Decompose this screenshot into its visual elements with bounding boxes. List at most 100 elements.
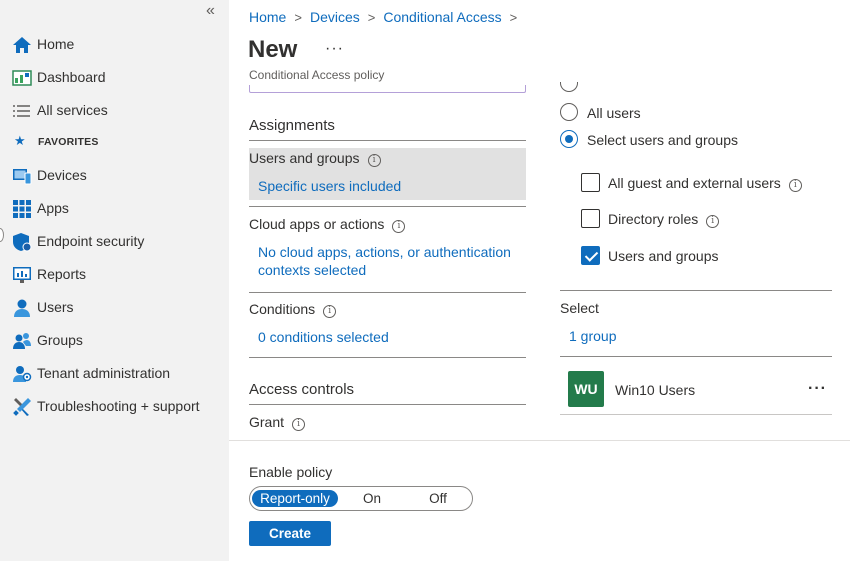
sidebar-item-tenant-administration[interactable]: Tenant administration [0,358,229,388]
sidebar-item-label: Reports [37,266,87,282]
users-and-groups-checkbox-label[interactable]: Users and groups [608,248,719,264]
more-options-button[interactable]: ··· [325,40,344,58]
sidebar-item-dashboard[interactable]: Dashboard [0,62,229,92]
breadcrumb-home[interactable]: Home [249,9,286,25]
devices-icon [13,169,32,185]
sidebar-item-label: Troubleshooting + support [37,398,200,414]
sidebar-item-label: Users [37,299,74,315]
sidebar-item-troubleshooting[interactable]: Troubleshooting + support [0,391,229,421]
divider [249,140,526,141]
assignments-heading: Assignments [249,117,335,134]
cloud-apps-row[interactable]: Cloud apps or actions i [249,216,406,233]
sidebar-item-label: All services [37,102,108,118]
sidebar-item-label: Apps [37,200,69,216]
sidebar-item-all-services[interactable]: All services [0,95,229,125]
cloud-apps-link-line1[interactable]: No cloud apps, actions, or authenticatio… [258,243,511,261]
divider [249,292,526,293]
radio-all-users[interactable] [560,103,578,121]
sidebar-item-reports[interactable]: Reports [0,259,229,289]
breadcrumb-conditional-access[interactable]: Conditional Access [383,9,501,25]
option-on[interactable]: On [350,490,394,507]
divider [560,414,832,415]
radio-button-partial[interactable] [560,82,578,92]
breadcrumb-separator: > [509,9,518,25]
sidebar-item-users[interactable]: Users [0,292,229,322]
checkbox-guest-external-users[interactable] [581,173,600,192]
divider [560,356,832,357]
conditions-row[interactable]: Conditions i [249,301,337,318]
left-nav-sidebar: « Home Dashboard All services ★ FAVORITE… [0,0,229,561]
select-label: Select [560,300,599,316]
divider [560,290,832,291]
info-icon[interactable]: i [292,418,306,431]
group-name: Win10 Users [615,382,696,398]
tools-icon [13,398,31,416]
favorites-heading: FAVORITES [38,136,99,148]
divider [249,357,526,358]
grant-label: Grant [249,414,285,430]
info-icon[interactable]: i [323,305,337,318]
enable-policy-label: Enable policy [249,464,333,480]
user-icon [14,299,30,317]
info-icon[interactable]: i [788,179,802,192]
apps-grid-icon [13,200,31,218]
sidebar-item-label: Groups [37,332,83,348]
sidebar-item-apps[interactable]: Apps [0,193,229,223]
info-icon[interactable]: i [367,154,381,167]
breadcrumb-devices[interactable]: Devices [310,9,360,25]
page-title: New [248,36,298,63]
sidebar-item-label: Tenant administration [37,365,171,381]
name-field-bottom-edge[interactable] [249,85,526,93]
radio-select-users-label[interactable]: Select users and groups [587,132,738,148]
breadcrumb: Home > Devices > Conditional Access > [249,9,525,25]
groups-icon [13,333,31,349]
access-controls-heading: Access controls [249,381,355,398]
sidebar-item-label: Dashboard [37,69,106,85]
group-avatar: WU [568,371,604,407]
home-icon [13,37,31,53]
enable-policy-toggle: Report-only On Off [249,486,473,511]
cloud-apps-link-line2[interactable]: contexts selected [258,261,366,279]
reports-icon [13,267,31,283]
sidebar-item-home[interactable]: Home [0,29,229,59]
group-row-more-button[interactable]: ··· [808,380,827,398]
sidebar-item-label: Devices [37,167,87,183]
option-off[interactable]: Off [416,490,460,507]
specific-users-included-link[interactable]: Specific users included [258,177,401,195]
shield-icon [13,233,32,252]
conditions-label: Conditions [249,301,316,317]
sidebar-item-devices[interactable]: Devices [0,160,229,190]
grant-row[interactable]: Grant i [249,414,306,431]
radio-select-users-and-groups[interactable] [560,130,578,148]
select-group-link[interactable]: 1 group [569,327,616,345]
favorites-star-icon: ★ [14,133,26,148]
create-button[interactable]: Create [249,521,331,546]
checkbox-users-and-groups[interactable] [581,246,600,265]
users-and-groups-row[interactable]: Users and groups i [249,150,381,167]
sidebar-item-endpoint-security[interactable]: Endpoint security [0,226,229,256]
guest-external-users-label: All guest and external users [608,175,781,191]
radio-all-users-label[interactable]: All users [587,105,641,121]
conditions-link[interactable]: 0 conditions selected [258,328,389,346]
divider [249,206,526,207]
breadcrumb-separator: > [294,9,302,25]
dashboard-icon [12,70,32,86]
list-icon [13,105,30,117]
cloud-apps-label: Cloud apps or actions [249,216,385,232]
sidebar-item-label: Home [37,36,75,52]
page-subtitle: Conditional Access policy [249,68,385,82]
sidebar-item-groups[interactable]: Groups [0,325,229,355]
footer-divider [229,440,850,441]
tenant-admin-icon [13,366,32,382]
users-and-groups-label: Users and groups [249,150,360,166]
collapse-sidebar-icon[interactable]: « [206,2,215,20]
info-icon[interactable]: i [706,215,720,228]
guest-external-users-row[interactable]: All guest and external users i [608,175,802,192]
info-icon[interactable]: i [392,220,406,233]
checkbox-directory-roles[interactable] [581,209,600,228]
sidebar-item-label: Endpoint security [37,233,145,249]
breadcrumb-separator: > [367,9,376,25]
directory-roles-label: Directory roles [608,211,699,227]
directory-roles-row[interactable]: Directory roles i [608,211,720,228]
option-report-only[interactable]: Report-only [252,490,338,507]
